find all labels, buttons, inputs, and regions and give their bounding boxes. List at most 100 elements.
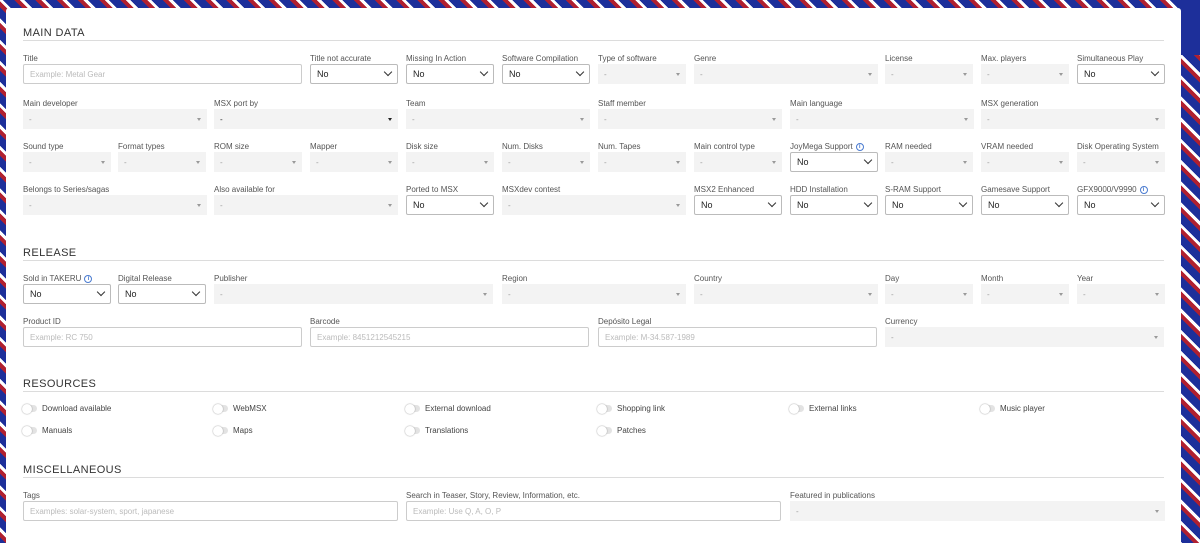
text-input[interactable]: Examples: solar-system, sport, japanese <box>23 501 398 521</box>
toggle-external-download[interactable]: External download <box>405 403 491 414</box>
field-publisher: Publisher - <box>214 274 493 306</box>
toggle-switch[interactable] <box>597 403 612 414</box>
select-dropdown[interactable]: - <box>1077 284 1165 304</box>
select-dropdown[interactable]: No <box>406 64 494 84</box>
info-icon[interactable]: i <box>1139 185 1148 194</box>
info-icon[interactable]: i <box>855 142 864 151</box>
select-dropdown[interactable]: - <box>23 152 111 172</box>
select-dropdown[interactable]: - <box>885 64 973 84</box>
chevron-down-icon <box>863 198 873 208</box>
toggle-patches[interactable]: Patches <box>597 425 646 436</box>
toggle-download-available[interactable]: Download available <box>22 403 111 414</box>
select-dropdown[interactable]: - <box>598 109 782 129</box>
text-input[interactable]: Example: Use Q, A, O, P <box>406 501 781 521</box>
info-icon[interactable]: i <box>84 274 93 283</box>
select-dropdown[interactable]: - <box>885 327 1164 347</box>
chevron-down-icon <box>863 155 873 165</box>
field-label: VRAM needed <box>981 142 1033 151</box>
toggle-switch[interactable] <box>213 425 228 436</box>
select-value: No <box>892 200 904 210</box>
select-dropdown[interactable]: - <box>502 284 686 304</box>
toggle-maps[interactable]: Maps <box>213 425 253 436</box>
select-dropdown[interactable]: - <box>502 152 590 172</box>
select-value: - <box>700 157 703 167</box>
field-msxdev-contest: MSXdev contest - <box>502 185 686 217</box>
select-dropdown[interactable]: - <box>694 284 878 304</box>
select-dropdown[interactable]: - <box>598 64 686 84</box>
select-dropdown[interactable]: - <box>1077 152 1165 172</box>
toggle-switch[interactable] <box>789 403 804 414</box>
toggle-manuals[interactable]: Manuals <box>22 425 72 436</box>
toggle-switch[interactable] <box>22 403 37 414</box>
field-software-compilation: Software Compilation No <box>502 54 590 86</box>
toggle-switch[interactable] <box>405 425 420 436</box>
label-text: Num. Tapes <box>598 142 641 151</box>
label-text: Missing In Action <box>406 54 467 63</box>
select-dropdown[interactable]: No <box>981 195 1069 215</box>
select-dropdown[interactable]: - <box>214 109 398 129</box>
select-dropdown[interactable]: - <box>214 152 302 172</box>
select-dropdown[interactable]: - <box>598 152 686 172</box>
select-dropdown[interactable]: - <box>885 284 973 304</box>
select-dropdown[interactable]: - <box>885 152 973 172</box>
field-gamesave-support: Gamesave Support No <box>981 185 1069 217</box>
select-dropdown[interactable]: - <box>981 64 1069 84</box>
select-dropdown[interactable]: - <box>694 64 878 84</box>
toggle-switch[interactable] <box>405 403 420 414</box>
select-dropdown[interactable]: - <box>310 152 398 172</box>
field-vram-needed: VRAM needed - <box>981 142 1069 174</box>
select-dropdown[interactable]: - <box>790 109 974 129</box>
caret-down-icon <box>963 160 967 164</box>
select-dropdown[interactable]: No <box>23 284 111 304</box>
label-text: Disk size <box>406 142 439 151</box>
section-main-data: MAIN DATA <box>23 27 85 39</box>
select-dropdown[interactable]: - <box>214 195 398 215</box>
select-dropdown[interactable]: - <box>406 152 494 172</box>
select-dropdown[interactable]: - <box>118 152 206 172</box>
select-dropdown[interactable]: No <box>406 195 494 215</box>
select-dropdown[interactable]: - <box>981 152 1069 172</box>
select-dropdown[interactable]: No <box>1077 64 1165 84</box>
field-label: Num. Tapes <box>598 142 641 151</box>
select-dropdown[interactable]: - <box>790 501 1165 521</box>
toggle-external-links[interactable]: External links <box>789 403 857 414</box>
select-dropdown[interactable]: - <box>406 109 590 129</box>
text-input[interactable]: Example: RC 750 <box>23 327 302 347</box>
field-label: MSX2 Enhanced <box>694 185 754 194</box>
toggle-translations[interactable]: Translations <box>405 425 468 436</box>
chevron-down-icon <box>1054 198 1064 208</box>
select-dropdown[interactable]: No <box>118 284 206 304</box>
select-dropdown[interactable]: No <box>310 64 398 84</box>
select-dropdown[interactable]: - <box>502 195 686 215</box>
select-value: - <box>29 157 32 167</box>
toggle-music-player[interactable]: Music player <box>980 403 1045 414</box>
select-dropdown[interactable]: No <box>502 64 590 84</box>
toggle-switch[interactable] <box>597 425 612 436</box>
toggle-shopping-link[interactable]: Shopping link <box>597 403 665 414</box>
toggle-label: Music player <box>1000 404 1045 413</box>
text-input[interactable]: Example: M-34.587-1989 <box>598 327 877 347</box>
select-dropdown[interactable]: - <box>214 284 493 304</box>
text-input[interactable]: Example: 8451212545215 <box>310 327 589 347</box>
select-dropdown[interactable]: - <box>23 195 207 215</box>
field-label: Disk size <box>406 142 438 151</box>
toggle-switch[interactable] <box>213 403 228 414</box>
select-dropdown[interactable]: - <box>694 152 782 172</box>
select-dropdown[interactable]: No <box>790 195 878 215</box>
toggle-webmsx[interactable]: WebMSX <box>213 403 267 414</box>
text-input[interactable]: Example: Metal Gear <box>23 64 302 84</box>
toggle-label: External links <box>809 404 857 413</box>
section-miscellaneous: MISCELLANEOUS <box>23 464 122 476</box>
select-value: No <box>1084 200 1096 210</box>
toggle-switch[interactable] <box>22 425 37 436</box>
field-belongs-to-series-sagas: Belongs to Series/sagas - <box>23 185 207 217</box>
caret-down-icon <box>388 203 392 207</box>
select-dropdown[interactable]: - <box>981 284 1069 304</box>
toggle-switch[interactable] <box>980 403 995 414</box>
select-dropdown[interactable]: No <box>1077 195 1165 215</box>
select-dropdown[interactable]: No <box>885 195 973 215</box>
select-dropdown[interactable]: - <box>981 109 1165 129</box>
select-dropdown[interactable]: - <box>23 109 207 129</box>
select-dropdown[interactable]: No <box>694 195 782 215</box>
select-dropdown[interactable]: No <box>790 152 878 172</box>
